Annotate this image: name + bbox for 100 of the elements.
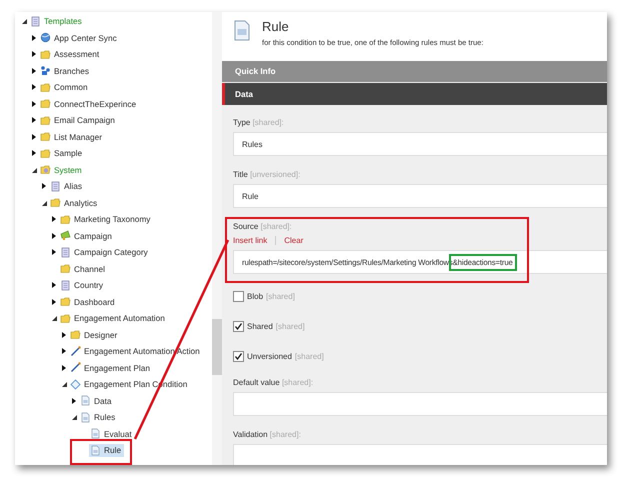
expand-arrow-icon[interactable] [51, 249, 57, 256]
tree-item[interactable]: Channel [59, 262, 108, 276]
expand-arrow-icon[interactable] [41, 183, 47, 190]
folder-icon [40, 148, 51, 159]
tree-item[interactable]: Data [79, 394, 115, 408]
checkbox[interactable] [233, 320, 244, 332]
tree-item[interactable]: ConnectTheExperince [39, 97, 140, 110]
folder-icon [60, 312, 71, 324]
expand-arrow-icon[interactable] [31, 100, 37, 107]
section-header[interactable]: Data [222, 83, 607, 105]
template-icon [50, 180, 61, 192]
tree-item[interactable]: Analytics [49, 196, 100, 210]
field-action-link[interactable]: Insert link [233, 236, 268, 245]
template-icon [60, 246, 71, 258]
tree-item[interactable]: Rule [89, 444, 124, 457]
tree-item[interactable]: Evaluat [89, 427, 135, 440]
expand-arrow-icon[interactable] [31, 68, 37, 74]
input-field[interactable] [233, 392, 607, 416]
tree-item[interactable]: System [39, 163, 85, 176]
field-action-link[interactable]: Clear [284, 236, 304, 245]
collapse-arrow-icon[interactable] [21, 18, 27, 24]
expand-arrow-icon[interactable] [51, 216, 57, 222]
field-label: Validation [233, 430, 268, 439]
tree-item[interactable]: Country [59, 278, 106, 292]
input-field[interactable]: Rules [233, 132, 607, 156]
checkbox[interactable] [233, 290, 244, 302]
template-icon [60, 280, 71, 291]
folder-icon [40, 131, 51, 142]
tree-item[interactable]: Campaign Category [59, 246, 151, 259]
folder-icon [60, 263, 71, 274]
scrollbar[interactable] [212, 12, 222, 465]
collapse-arrow-icon[interactable] [41, 200, 47, 206]
field-label: Source [233, 222, 258, 231]
folder-icon [40, 82, 51, 93]
collapse-arrow-icon[interactable] [51, 315, 57, 322]
tree-item[interactable]: App Center Sync [39, 31, 120, 44]
collapse-arrow-icon[interactable] [61, 381, 67, 388]
checkbox-label: Blob [247, 292, 264, 300]
tree-item[interactable]: Rules [79, 410, 118, 424]
expand-arrow-icon[interactable] [31, 117, 37, 124]
expand-arrow-icon[interactable] [31, 84, 37, 90]
collapse-arrow-icon[interactable] [31, 166, 37, 173]
expand-arrow-icon[interactable] [31, 34, 37, 41]
document-icon [80, 412, 91, 423]
field-scope: [unversioned]: [250, 170, 300, 179]
line-icon [70, 362, 81, 374]
field-scope: [shared]: [282, 378, 314, 387]
checkbox-label: Shared [247, 322, 273, 330]
tree-item[interactable]: Sample [39, 146, 86, 160]
document-icon [90, 428, 101, 440]
scrollbar-thumb[interactable] [212, 319, 222, 375]
branch-icon [40, 65, 51, 76]
tree-item[interactable]: Designer [69, 328, 120, 342]
collapse-arrow-icon[interactable] [71, 414, 77, 420]
tree-item[interactable]: Templates [29, 14, 85, 28]
folder-icon [70, 329, 81, 340]
checkbox-label: Unversioned [247, 352, 292, 360]
input-field[interactable]: Rule [233, 184, 607, 208]
field-label: Type [233, 118, 250, 127]
expand-arrow-icon[interactable] [61, 332, 67, 338]
expand-arrow-icon[interactable] [31, 51, 37, 58]
field-scope: [shared]: [270, 430, 301, 439]
folder-icon [40, 48, 51, 60]
document-icon [90, 444, 101, 456]
item-title: Rule [262, 19, 290, 34]
input-field[interactable] [233, 444, 607, 465]
tree-item[interactable]: Common [39, 80, 91, 94]
tree-item[interactable]: Branches [39, 64, 92, 78]
flag-icon [60, 230, 71, 242]
field-scope: [shared]: [252, 118, 284, 127]
tree-item[interactable]: Engagement Plan [69, 361, 153, 374]
checkbox[interactable] [233, 350, 244, 362]
tree-item[interactable]: Campaign [59, 229, 115, 242]
folder-icon [50, 197, 61, 208]
expand-arrow-icon[interactable] [51, 298, 57, 305]
expand-arrow-icon[interactable] [31, 150, 37, 156]
annotation-box [70, 439, 132, 465]
globe-icon [40, 32, 51, 44]
tree-item[interactable]: Assessment [39, 48, 102, 61]
field-label: Title [233, 170, 248, 179]
expand-arrow-icon[interactable] [51, 282, 57, 288]
field-scope: [shared]: [260, 222, 292, 231]
folder-icon [40, 98, 51, 110]
expand-arrow-icon[interactable] [61, 348, 67, 354]
tree-item[interactable]: Engagement Automation [59, 312, 168, 325]
tree-item[interactable]: Engagement Automation Action [69, 344, 203, 358]
template-icon [30, 16, 41, 27]
expand-arrow-icon[interactable] [31, 134, 37, 140]
tree-item[interactable]: Marketing Taxonomy [59, 212, 154, 226]
tree-item[interactable]: List Manager [39, 130, 105, 144]
expand-arrow-icon[interactable] [51, 232, 57, 239]
expand-arrow-icon[interactable] [71, 398, 77, 404]
tree-item[interactable]: Alias [49, 180, 85, 193]
expand-arrow-icon[interactable] [61, 364, 67, 371]
tree-item[interactable]: Email Campaign [39, 114, 118, 127]
field-scope: [shared] [276, 322, 305, 330]
folder-icon [40, 164, 51, 176]
tree-item[interactable]: Dashboard [59, 295, 118, 308]
folder-icon [60, 214, 71, 225]
field-scope: [shared] [294, 352, 324, 360]
